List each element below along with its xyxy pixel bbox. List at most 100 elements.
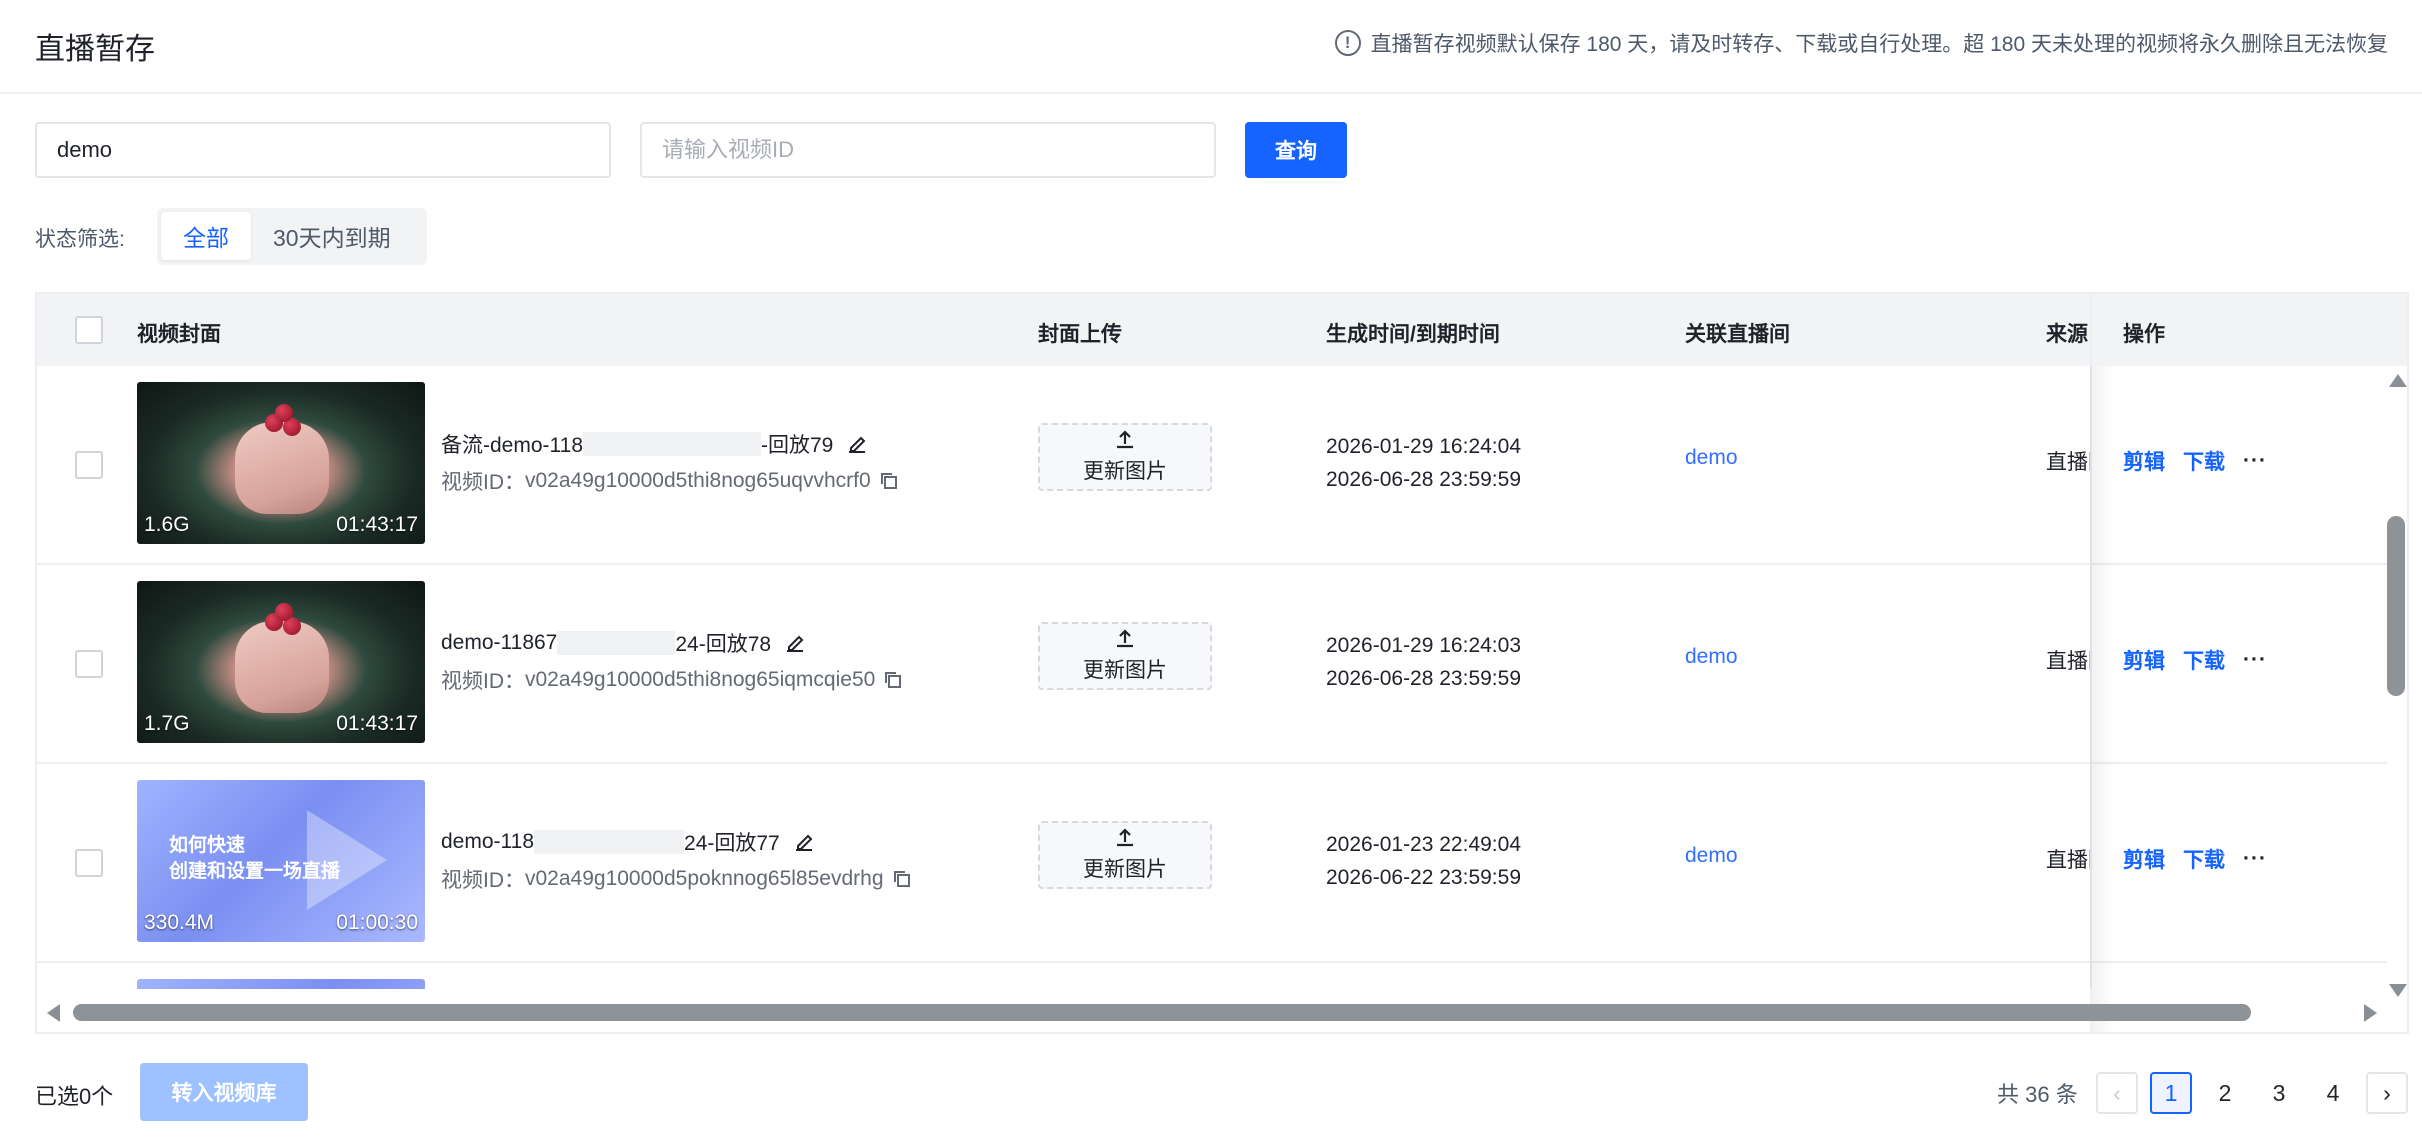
video-duration: 01:00:30 <box>336 911 418 934</box>
video-size: 1.7G <box>144 712 190 735</box>
video-id-value: v02a49g10000d5thi8nog65iqmcqie50 <box>525 668 876 691</box>
row-checkbox[interactable] <box>75 650 103 678</box>
expire-time: 2026-06-22 23:59:59 <box>1326 866 1521 889</box>
row-divider <box>2092 762 2387 764</box>
table-row: 1.7G 01:43:17 demo-11867 24-回放78 视频ID： v… <box>37 565 2387 764</box>
source-cell: 直播回放 <box>2046 849 2093 872</box>
scroll-right-arrow[interactable] <box>2364 1004 2377 1022</box>
row-actions: 剪辑 下载 ··· <box>2123 645 2267 675</box>
more-icon[interactable]: ··· <box>2243 449 2267 473</box>
video-id-value: v02a49g10000d5thi8nog65uqvvhcrf0 <box>525 469 871 492</box>
video-id-label: 视频ID： <box>441 471 525 494</box>
video-id-value: v02a49g10000d5poknnog65l85evdrhg <box>525 867 884 890</box>
expire-time: 2026-06-28 23:59:59 <box>1326 667 1521 690</box>
video-id-line: 视频ID： v02a49g10000d5poknnog65l85evdrhg <box>441 864 912 894</box>
video-title: demo-118 24-回放77 <box>441 827 816 857</box>
scroll-up-arrow[interactable] <box>2389 374 2407 387</box>
upload-icon <box>1117 430 1133 449</box>
video-title: demo-11867 24-回放78 <box>441 628 807 658</box>
time-cell: 2026-01-23 22:49:04 2026-06-22 23:59:59 <box>1326 828 1521 894</box>
video-title-prefix: demo-11867 <box>441 631 558 654</box>
video-thumbnail[interactable]: 1.7G 01:43:17 <box>137 581 425 743</box>
live-room-link[interactable]: demo <box>1685 844 1738 868</box>
page-header: 直播暂存 ! 直播暂存视频默认保存 180 天，请及时转存、下载或自行处理。超 … <box>0 0 2422 94</box>
redacted-text <box>583 432 761 456</box>
status-filter-label: 状态筛选: <box>35 228 125 251</box>
update-cover-button[interactable]: 更新图片 <box>1038 821 1212 889</box>
clip-action[interactable]: 剪辑 <box>2123 446 2165 476</box>
copy-icon[interactable] <box>879 471 899 491</box>
clip-action[interactable]: 剪辑 <box>2123 645 2165 675</box>
select-all-checkbox[interactable] <box>75 316 103 344</box>
video-size: 330.4M <box>144 911 215 934</box>
scroll-left-arrow[interactable] <box>47 1004 60 1022</box>
page-button-2[interactable]: 2 <box>2204 1072 2246 1114</box>
page-button-3[interactable]: 3 <box>2258 1072 2300 1114</box>
page-title: 直播暂存 <box>35 33 155 66</box>
live-room-link[interactable]: demo <box>1685 446 1738 470</box>
redacted-text <box>534 830 685 854</box>
time-cell: 2026-01-29 16:24:04 2026-06-28 23:59:59 <box>1326 430 1521 496</box>
expire-time: 2026-06-28 23:59:59 <box>1326 468 1521 491</box>
update-cover-button[interactable]: 更新图片 <box>1038 423 1212 491</box>
created-time: 2026-01-23 22:49:04 <box>1326 833 1521 856</box>
video-id-input[interactable] <box>640 122 1216 178</box>
column-header-room: 关联直播间 <box>1685 323 1790 346</box>
filter-option-expiring-30d[interactable]: 30天内到期 <box>251 212 413 260</box>
upload-icon <box>1117 828 1133 847</box>
page-button-4[interactable]: 4 <box>2312 1072 2354 1114</box>
update-cover-button[interactable]: 更新图片 <box>1038 622 1212 690</box>
created-time: 2026-01-29 16:24:04 <box>1326 435 1521 458</box>
row-checkbox[interactable] <box>75 451 103 479</box>
horizontal-scrollbar-thumb[interactable] <box>73 1004 2251 1021</box>
column-header-cover-upload: 封面上传 <box>1038 323 1122 346</box>
video-id-line: 视频ID： v02a49g10000d5thi8nog65iqmcqie50 <box>441 665 903 695</box>
berry-shape <box>275 603 293 621</box>
edit-title-icon[interactable] <box>783 631 807 655</box>
video-thumbnail[interactable] <box>137 979 425 989</box>
download-action[interactable]: 下载 <box>2183 645 2225 675</box>
video-id-label: 视频ID： <box>441 670 525 693</box>
row-checkbox[interactable] <box>75 849 103 877</box>
video-title-suffix: 24-回放77 <box>684 832 780 855</box>
more-icon[interactable]: ··· <box>2243 648 2267 672</box>
download-action[interactable]: 下载 <box>2183 446 2225 476</box>
video-title-suffix: 24-回放78 <box>675 633 772 656</box>
copy-icon[interactable] <box>892 869 912 889</box>
table-header: 视频封面 封面上传 生成时间/到期时间 关联直播间 来源 操作 <box>37 294 2407 366</box>
video-thumbnail[interactable]: 1.6G 01:43:17 <box>137 382 425 544</box>
table-row: 1.6G 01:43:17 备流-demo-118 -回放79 视频ID： v0… <box>37 366 2387 565</box>
actions-column: 剪辑 下载 ··· 剪辑 下载 ··· 剪辑 下载 ··· <box>2092 366 2387 989</box>
fixed-column-shadow <box>2090 366 2114 1032</box>
video-id-label: 视频ID： <box>441 869 525 892</box>
prev-page-button[interactable]: ‹ <box>2096 1072 2138 1114</box>
row-divider <box>2092 563 2387 565</box>
vertical-scrollbar-thumb[interactable] <box>2387 516 2405 696</box>
promo-subheadline: 创建和设置一场直播 <box>169 861 341 882</box>
row-actions: 剪辑 下载 ··· <box>2123 844 2267 874</box>
download-action[interactable]: 下载 <box>2183 844 2225 874</box>
scroll-down-arrow[interactable] <box>2389 984 2407 997</box>
clip-action[interactable]: 剪辑 <box>2123 844 2165 874</box>
table-row: 如何快速 创建和设置一场直播 330.4M 01:00:30 demo-118 … <box>37 764 2387 963</box>
column-header-cover: 视频封面 <box>137 323 221 346</box>
update-cover-label: 更新图片 <box>1083 659 1167 682</box>
edit-title-icon[interactable] <box>792 830 816 854</box>
status-filter-segmented: 全部 30天内到期 <box>157 208 427 265</box>
video-size: 1.6G <box>144 513 190 536</box>
video-thumbnail[interactable]: 如何快速 创建和设置一场直播 330.4M 01:00:30 <box>137 780 425 942</box>
source-cell: 直播回放 <box>2046 650 2093 673</box>
move-to-library-button[interactable]: 转入视频库 <box>140 1063 308 1121</box>
copy-icon[interactable] <box>883 670 903 690</box>
live-room-link[interactable]: demo <box>1685 645 1738 669</box>
table-row <box>37 963 2387 989</box>
filter-option-all[interactable]: 全部 <box>161 212 251 260</box>
query-button[interactable]: 查询 <box>1245 122 1347 178</box>
page-button-1[interactable]: 1 <box>2150 1072 2192 1114</box>
next-page-button[interactable]: › <box>2366 1072 2408 1114</box>
column-header-time: 生成时间/到期时间 <box>1326 323 1500 346</box>
total-count: 共 36 条 <box>1997 1082 2078 1107</box>
name-search-input[interactable] <box>35 122 611 178</box>
more-icon[interactable]: ··· <box>2243 847 2267 871</box>
edit-title-icon[interactable] <box>845 432 869 456</box>
